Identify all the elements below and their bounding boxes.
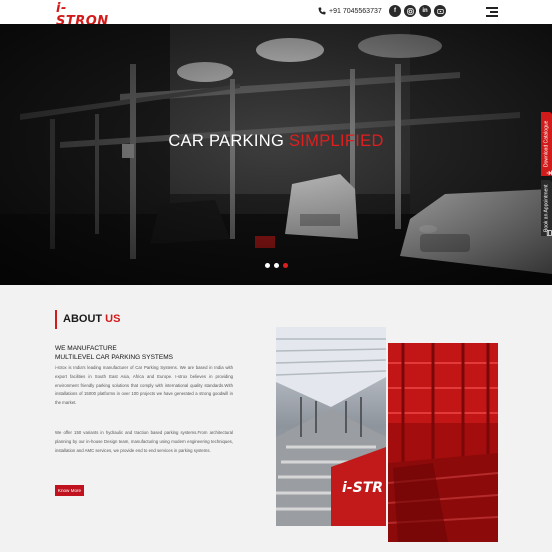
phone-number: +91 7045563737 bbox=[329, 7, 382, 15]
hamburger-icon[interactable] bbox=[486, 7, 498, 17]
slider-dot-2[interactable] bbox=[274, 263, 279, 268]
about-paragraph-2: We offer 150 variants in hydraulic and t… bbox=[55, 430, 233, 453]
hero-title-main: CAR PARKING bbox=[168, 132, 289, 150]
about-heading-main: ABOUT bbox=[63, 313, 106, 325]
facebook-icon[interactable]: f bbox=[389, 5, 401, 17]
hero-slider: CAR PARKING SIMPLIFIED Download Catalogu… bbox=[0, 24, 552, 285]
istron-logo[interactable]: i-STRON CAR PARKING SYSTEMS bbox=[56, 2, 118, 33]
about-heading-accent: US bbox=[105, 313, 121, 325]
hero-title-accent: SIMPLIFIED bbox=[288, 132, 384, 150]
know-more-button[interactable]: Know More bbox=[55, 485, 84, 496]
svg-text:i-STR: i-STR bbox=[342, 480, 383, 496]
download-catalogue-tab[interactable]: Download Catalogue bbox=[541, 112, 552, 176]
phone-icon bbox=[318, 7, 326, 15]
parking-red-photo bbox=[388, 343, 498, 542]
instagram-icon[interactable] bbox=[404, 5, 416, 17]
about-section: ABOUT US WE MANUFACTURE MULTILEVEL CAR P… bbox=[0, 285, 552, 552]
linkedin-icon[interactable]: in bbox=[419, 5, 431, 17]
about-subtitle-line2: MULTILEVEL CAR PARKING SYSTEMS bbox=[55, 354, 173, 361]
youtube-icon[interactable] bbox=[434, 5, 446, 17]
slider-dots bbox=[265, 263, 288, 268]
download-catalogue-label: Download Catalogue bbox=[543, 120, 550, 168]
phone-contact[interactable]: +91 7045563737 bbox=[318, 7, 382, 15]
download-icon bbox=[546, 170, 552, 176]
about-subtitle-line1: WE MANUFACTURE bbox=[55, 345, 117, 352]
slider-dot-1[interactable] bbox=[265, 263, 270, 268]
calendar-icon bbox=[546, 230, 552, 236]
about-paragraph-1: i-strox is India's leading manufacturer … bbox=[55, 365, 233, 406]
book-appointment-tab[interactable]: Book an Appointment bbox=[541, 180, 552, 236]
book-appointment-label: Book an Appointment bbox=[543, 184, 550, 232]
site-header: i-STRON CAR PARKING SYSTEMS +91 70455637… bbox=[0, 0, 552, 33]
parking-interior-photo: i-STR bbox=[276, 327, 386, 526]
slider-dot-3[interactable] bbox=[283, 263, 288, 268]
about-subtitle: WE MANUFACTURE MULTILEVEL CAR PARKING SY… bbox=[55, 344, 173, 362]
hero-title: CAR PARKING SIMPLIFIED bbox=[0, 132, 552, 151]
hero-parking-photo bbox=[0, 24, 552, 285]
about-heading: ABOUT US bbox=[55, 310, 120, 329]
